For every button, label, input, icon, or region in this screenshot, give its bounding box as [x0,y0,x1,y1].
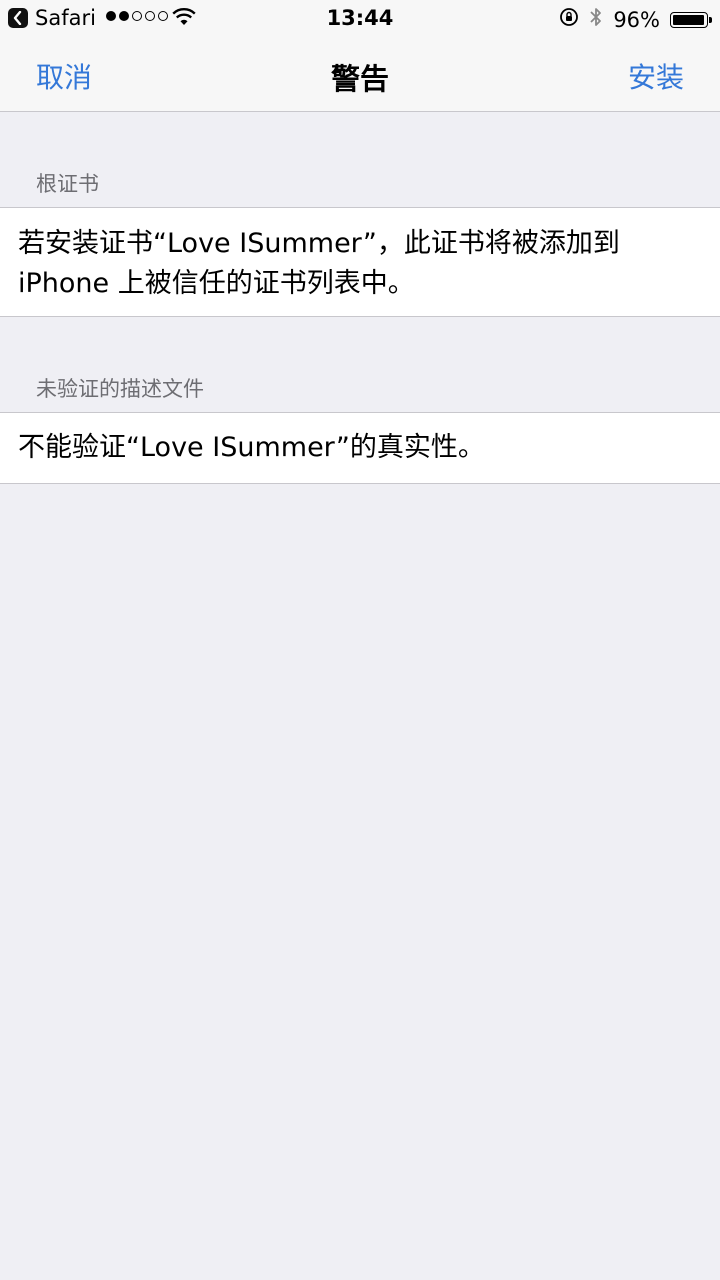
battery-percent: 96% [613,7,660,32]
page-title: 警告 [330,62,389,96]
bluetooth-icon [589,6,603,33]
unverified-profile-warning-text: 不能验证“Love ISummer”的真实性。 [18,432,485,463]
install-button[interactable]: 安装 [628,56,684,96]
root-certificate-warning-text: 若安装证书“Love ISummer”，此证书将被添加到iPhone 上被信任的… [18,228,620,299]
section-header-root-certificate: 根证书 [36,172,99,196]
navigation-bar: 取消 警告 安装 [0,36,720,112]
battery-fill [673,14,704,25]
status-bar: Safari 13:44 96% [0,0,720,36]
orientation-lock-icon [559,7,579,32]
section-header-unverified-profile: 未验证的描述文件 [36,377,204,401]
battery-icon [670,11,712,28]
root-certificate-warning-cell: 若安装证书“Love ISummer”，此证书将被添加到iPhone 上被信任的… [0,207,720,317]
unverified-profile-warning-cell: 不能验证“Love ISummer”的真实性。 [0,412,720,484]
